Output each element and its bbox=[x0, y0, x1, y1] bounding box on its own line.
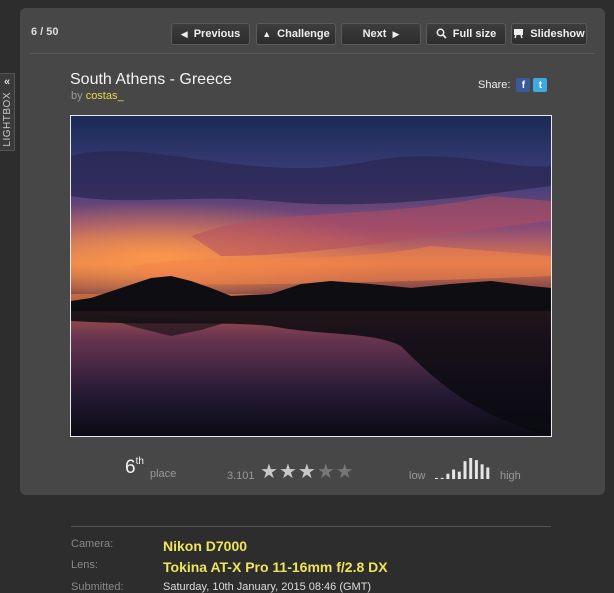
star-icon: ★ bbox=[278, 461, 297, 483]
place-value: 6 bbox=[125, 457, 136, 478]
toolbar-divider bbox=[30, 53, 595, 54]
photo-panel: 6 / 50 ◀ Previous ▲ Challenge Next ▶ Ful… bbox=[20, 8, 605, 495]
next-label: Next bbox=[362, 28, 387, 40]
next-button[interactable]: Next ▶ bbox=[341, 23, 421, 45]
star-icon: ★ bbox=[297, 461, 316, 483]
facebook-icon[interactable]: f bbox=[516, 78, 531, 92]
camera-value[interactable]: Nikon D7000 bbox=[163, 538, 247, 554]
slideshow-label: Slideshow bbox=[530, 28, 585, 40]
lens-row: Lens: Tokina AT-X Pro 11-16mm f/2.8 DX bbox=[71, 559, 388, 575]
previous-button[interactable]: ◀ Previous bbox=[171, 23, 250, 45]
share-label: Share: bbox=[478, 79, 511, 91]
star-icon: ★ bbox=[316, 461, 335, 483]
lens-value[interactable]: Tokina AT-X Pro 11-16mm f/2.8 DX bbox=[163, 559, 388, 575]
lens-label: Lens: bbox=[71, 559, 98, 571]
place-suffix: th bbox=[135, 455, 144, 467]
sunset-photo-image bbox=[71, 116, 551, 436]
histogram-bar bbox=[457, 471, 461, 479]
submitted-label: Submitted: bbox=[71, 581, 124, 593]
triangle-left-icon: ◀ bbox=[180, 28, 188, 39]
triangle-right-icon: ▶ bbox=[392, 28, 400, 39]
slideshow-button[interactable]: Slideshow bbox=[511, 23, 587, 45]
previous-label: Previous bbox=[193, 28, 241, 40]
fullsize-label: Full size bbox=[452, 28, 497, 40]
fullsize-button[interactable]: Full size bbox=[426, 23, 506, 45]
high-label: high bbox=[500, 470, 521, 482]
low-label: low bbox=[409, 470, 426, 482]
projector-icon bbox=[513, 28, 524, 41]
histogram-bar bbox=[446, 473, 450, 479]
magnifier-icon bbox=[436, 28, 447, 41]
challenge-label: Challenge bbox=[277, 28, 330, 40]
lightbox-label: LIGHTBOX bbox=[1, 92, 13, 147]
photo-title: South Athens - Greece bbox=[70, 71, 232, 88]
share-bar: Share: f t bbox=[478, 78, 548, 92]
challenge-button[interactable]: ▲ Challenge bbox=[256, 23, 336, 45]
star-rating: ★ ★ ★ ★ ★ bbox=[260, 462, 354, 482]
details-divider bbox=[71, 526, 551, 527]
histogram-bar bbox=[435, 477, 438, 479]
star-icon: ★ bbox=[335, 461, 354, 483]
lightbox-toggle[interactable]: « LIGHTBOX bbox=[0, 73, 15, 151]
twitter-icon[interactable]: t bbox=[533, 78, 548, 92]
photo-byline: by costas_ bbox=[71, 90, 124, 102]
triangle-up-icon: ▲ bbox=[262, 29, 272, 39]
histogram-bar bbox=[452, 469, 456, 479]
histogram-bar bbox=[469, 458, 473, 479]
main-photo[interactable] bbox=[70, 115, 552, 437]
place-label: place bbox=[150, 468, 177, 480]
star-icon: ★ bbox=[260, 461, 278, 483]
histogram-bar bbox=[474, 460, 478, 479]
vote-histogram bbox=[435, 458, 490, 479]
toolbar: 6 / 50 ◀ Previous ▲ Challenge Next ▶ Ful… bbox=[20, 8, 605, 54]
photo-counter: 6 / 50 bbox=[31, 26, 59, 38]
camera-row: Camera: Nikon D7000 bbox=[71, 538, 247, 554]
histogram-bar bbox=[463, 461, 467, 479]
rating-stats: 6th place 3.101 ★ ★ ★ ★ ★ low high bbox=[20, 453, 605, 483]
submitted-row: Submitted: Saturday, 10th January, 2015 … bbox=[71, 581, 371, 593]
chevron-left-icon: « bbox=[3, 76, 11, 88]
histogram-bar bbox=[440, 477, 444, 479]
camera-label: Camera: bbox=[71, 538, 114, 550]
score-value: 3.101 bbox=[227, 470, 255, 482]
by-label: by bbox=[71, 90, 83, 102]
histogram-bar bbox=[480, 464, 484, 479]
submitted-value: Saturday, 10th January, 2015 08:46 (GMT) bbox=[163, 581, 372, 593]
histogram-bar bbox=[486, 467, 490, 479]
author-link[interactable]: costas_ bbox=[86, 90, 124, 102]
place-number: 6th bbox=[125, 455, 144, 479]
